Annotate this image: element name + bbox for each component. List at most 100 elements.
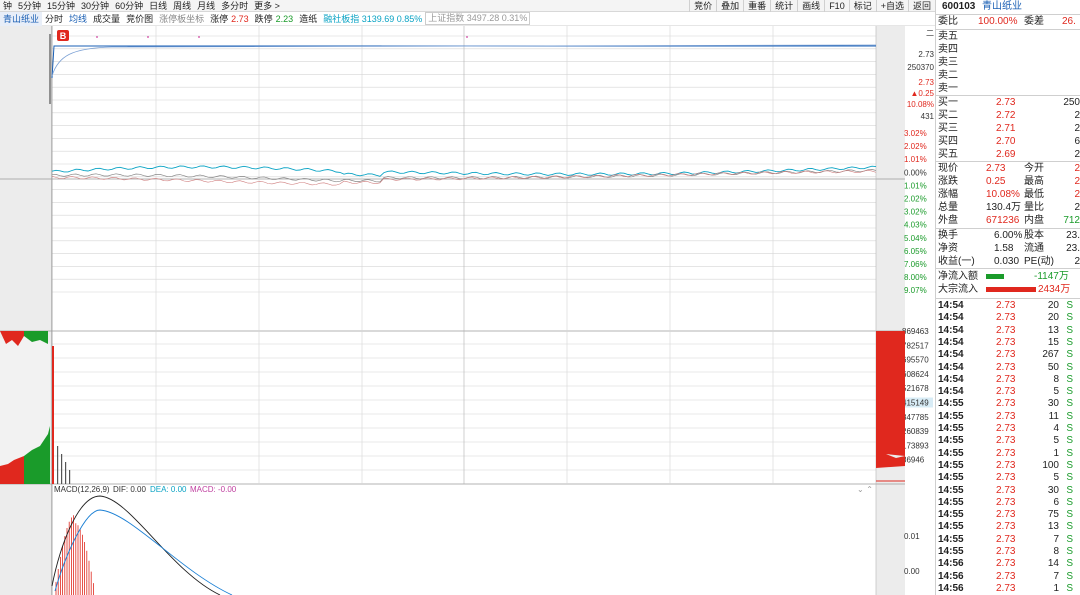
- volume-bar: [57, 446, 59, 484]
- tick-price: 2.73: [996, 324, 1016, 336]
- tick-row: 14:55 2.73 6 S: [936, 497, 1080, 509]
- period-tab-9[interactable]: 更多 >: [251, 0, 283, 12]
- stat-value-2: 2: [1074, 202, 1080, 213]
- buy-volume: 2: [1074, 149, 1080, 160]
- sell-label: 卖一: [938, 83, 958, 94]
- quote-panel: 600103 青山纸业 委比 100.00% 委差 26. 卖五 卖四 卖三 卖二 卖一…: [935, 0, 1080, 595]
- stat-value: 2.73: [986, 163, 1006, 174]
- tab-junxian[interactable]: 均线: [66, 12, 90, 26]
- pct-axis-label: 8.00%: [904, 273, 927, 282]
- stat2-label: 收益(一): [938, 256, 975, 267]
- buy-volume: 6: [1074, 136, 1080, 147]
- stat-label: 涨幅: [938, 189, 958, 200]
- sell-row: 卖二: [936, 70, 1080, 82]
- tool-button-7[interactable]: +自选: [875, 0, 908, 12]
- tick-side: S: [1066, 546, 1073, 557]
- tool-button-1[interactable]: 叠加: [716, 0, 743, 12]
- tick-side: S: [1066, 521, 1073, 533]
- tick-volume: 30: [1047, 398, 1059, 410]
- inflow-value: -1147万: [1034, 271, 1069, 282]
- vol-axis-label: 260839: [902, 427, 929, 436]
- period-tab-2[interactable]: 15分钟: [44, 0, 78, 12]
- buy-price: 2.71: [996, 123, 1016, 134]
- tick-price: 2.73: [996, 410, 1016, 422]
- stat-value: 0.25: [986, 176, 1006, 187]
- weibi-label: 委比: [938, 16, 958, 27]
- pct-axis-label: 7.06%: [904, 260, 927, 269]
- volume-bar: [52, 346, 54, 484]
- tick-side: S: [1066, 472, 1073, 484]
- tool-button-8[interactable]: 返回: [907, 0, 935, 12]
- tick-row: 14:54 2.73 50 S: [936, 362, 1080, 374]
- tick-volume: 8: [1053, 373, 1059, 385]
- close-auction-volume: [876, 331, 905, 468]
- stock-name-tab[interactable]: 青山纸业: [0, 11, 43, 26]
- vol-axis-label: 608624: [902, 370, 929, 379]
- macd-dif-label: DIF: 0.00: [113, 485, 146, 494]
- pct-axis-label: 5.04%: [904, 234, 927, 243]
- period-tab-3[interactable]: 30分钟: [78, 0, 112, 12]
- period-tabs: 钟 5分钟 15分钟 30分钟 60分钟 日线 周线 月线 多分时 更多 >: [0, 0, 283, 12]
- period-tab-0[interactable]: 钟: [0, 0, 15, 12]
- period-tab-6[interactable]: 周线: [170, 0, 194, 12]
- tick-time: 14:54: [938, 324, 964, 336]
- sell-row: 卖三: [936, 57, 1080, 69]
- tick-time: 14:55: [938, 484, 964, 496]
- volume-bar: [69, 470, 71, 484]
- period-tab-8[interactable]: 多分时: [218, 0, 251, 12]
- buy-label: 买四: [938, 136, 958, 147]
- tab-limit-coord[interactable]: 涨停板坐标: [156, 12, 207, 26]
- tick-side: S: [1066, 336, 1073, 348]
- event-dot: [96, 36, 98, 38]
- tick-side: S: [1066, 312, 1073, 324]
- tab-fenshi[interactable]: 分时: [42, 12, 66, 26]
- tick-row: 14:55 2.73 5 S: [936, 435, 1080, 447]
- tick-row: 14:54 2.73 13 S: [936, 325, 1080, 337]
- macd-dea-label: DEA: 0.00: [150, 485, 187, 494]
- stat2-row: 净资 1.58 流通 23.: [936, 243, 1080, 255]
- tool-button-4[interactable]: 画线: [797, 0, 824, 12]
- period-tab-5[interactable]: 日线: [146, 0, 170, 12]
- big-value: 2434万: [1038, 284, 1071, 295]
- tab-volume[interactable]: 成交量: [90, 12, 123, 26]
- tick-side: S: [1066, 570, 1073, 582]
- tick-price: 2.73: [996, 349, 1016, 361]
- buy-label: 买二: [938, 110, 958, 121]
- tick-row: 14:55 2.73 30 S: [936, 398, 1080, 410]
- tick-time: 14:56: [938, 558, 964, 570]
- stat2-value: 1.58: [994, 243, 1014, 254]
- macd-dea-line: [54, 509, 233, 595]
- period-tab-4[interactable]: 60分钟: [112, 0, 146, 12]
- tick-row: 14:56 2.73 7 S: [936, 571, 1080, 583]
- tab-chips[interactable]: 竞价图: [123, 12, 156, 26]
- tool-button-3[interactable]: 统计: [770, 0, 797, 12]
- stat-row: 外盘 671236 内盘 712: [936, 215, 1080, 227]
- tick-time: 14:55: [938, 459, 964, 471]
- tick-row: 14:56 2.73 14 S: [936, 558, 1080, 570]
- macd-collapse-icon: ⌄ ⌃: [857, 485, 873, 494]
- inflow-row: 净流入额 -1147万: [936, 271, 1080, 283]
- period-tab-1[interactable]: 5分钟: [15, 0, 44, 12]
- vol-axis-label: 415149: [902, 399, 929, 408]
- tick-time: 14:54: [938, 361, 964, 373]
- intraday-chart[interactable]: B 二 2.73 250370 2.73 ▲0.25 10.08% 431 3.02% 2.02%…: [0, 26, 935, 595]
- tool-button-6[interactable]: 标记: [848, 0, 876, 12]
- tick-time: 14:56: [938, 582, 964, 594]
- sh-index: 上证指数 3497.28 0.31%: [425, 12, 531, 25]
- tick-time: 14:55: [938, 447, 964, 459]
- tick-volume: 5: [1053, 435, 1059, 447]
- tool-button-5[interactable]: F10: [824, 0, 849, 12]
- stat-label: 现价: [938, 163, 958, 174]
- tick-price: 2.73: [996, 447, 1016, 459]
- tool-button-0[interactable]: 竞价: [689, 0, 716, 12]
- tick-volume: 11: [1048, 410, 1059, 422]
- tick-time: 14:54: [938, 300, 964, 311]
- stat-label-2: 内盘: [1024, 215, 1044, 226]
- stock-name: 青山纸业: [982, 1, 1022, 12]
- tick-volume: 1: [1053, 447, 1059, 459]
- tick-price: 2.73: [996, 570, 1016, 582]
- tool-button-2[interactable]: 重番: [743, 0, 770, 12]
- period-tab-7[interactable]: 月线: [194, 0, 218, 12]
- pct-axis-label: 4.03%: [904, 221, 927, 230]
- tick-price: 2.73: [996, 533, 1016, 545]
